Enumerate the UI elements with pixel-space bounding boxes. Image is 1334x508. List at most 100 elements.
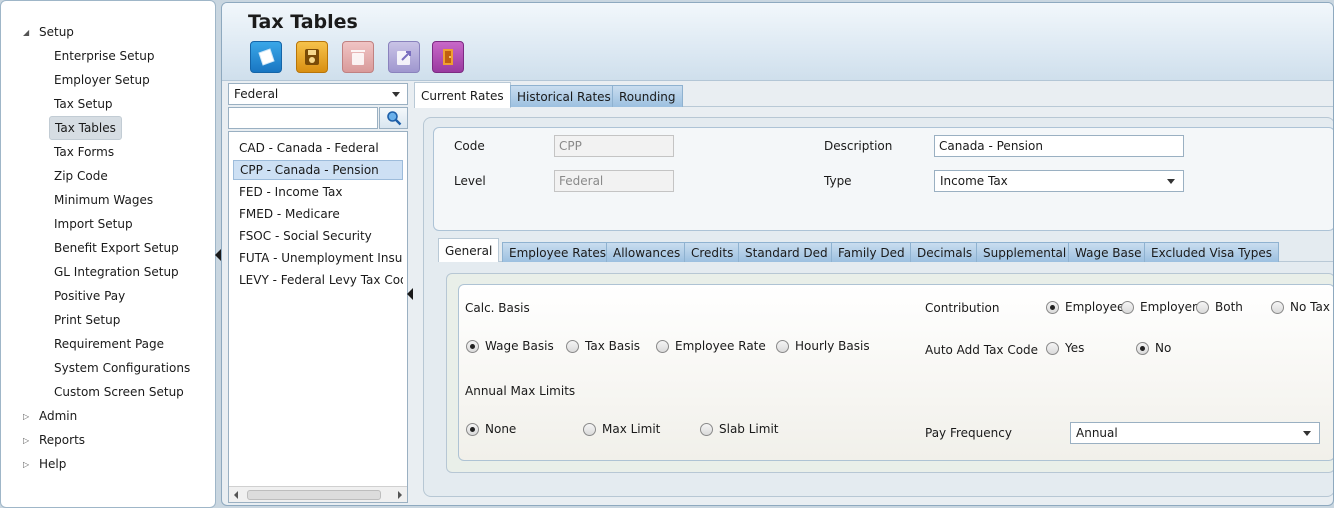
radio-label: Employee Rate	[675, 339, 766, 353]
expand-arrow-icon[interactable]: ▷	[23, 436, 33, 445]
tree-node-label: Setup	[39, 25, 74, 39]
tree-node-setup[interactable]: ◢ Setup	[23, 22, 74, 42]
export-button[interactable]	[388, 41, 420, 73]
subtab-decimals[interactable]: Decimals	[910, 242, 980, 262]
contribution-label: Contribution	[925, 301, 1000, 315]
subtab-supplemental[interactable]: Supplemental	[976, 242, 1074, 262]
scroll-right-arrow-icon[interactable]	[398, 491, 402, 499]
description-label: Description	[824, 139, 893, 153]
radio-no-tax[interactable]: No Tax	[1271, 300, 1330, 314]
nav-item-requirement-page[interactable]: Requirement Page	[49, 332, 169, 356]
list-item-cad[interactable]: CAD - Canada - Federal	[233, 138, 403, 158]
search-button[interactable]	[379, 107, 408, 129]
expand-arrow-icon[interactable]: ▷	[23, 460, 33, 469]
collapse-list-arrow-icon[interactable]	[407, 288, 413, 300]
tab-current-rates[interactable]: Current Rates	[414, 82, 511, 108]
nav-item-enterprise-setup[interactable]: Enterprise Setup	[49, 44, 159, 68]
tree-node-reports[interactable]: ▷ Reports	[23, 430, 85, 450]
subtab-excluded-visa-types[interactable]: Excluded Visa Types	[1144, 242, 1279, 262]
radio-auto-add-yes[interactable]: Yes	[1046, 341, 1084, 355]
list-item-fed[interactable]: FED - Income Tax	[233, 182, 403, 202]
auto-add-tax-code-label: Auto Add Tax Code	[925, 343, 1039, 357]
save-button[interactable]	[296, 41, 328, 73]
tree-node-label: Admin	[39, 409, 78, 423]
level-label: Level	[454, 174, 486, 188]
nav-item-employer-setup[interactable]: Employer Setup	[49, 68, 155, 92]
tax-code-list: CAD - Canada - Federal CPP - Canada - Pe…	[228, 131, 408, 503]
radio-label: Tax Basis	[585, 339, 641, 353]
scrollbar-thumb[interactable]	[247, 490, 381, 500]
subtab-allowances[interactable]: Allowances	[606, 242, 688, 262]
list-item-futa[interactable]: FUTA - Unemployment Insura	[233, 248, 403, 268]
radio-label: No	[1155, 341, 1172, 355]
radio-tax-basis[interactable]: Tax Basis	[566, 339, 640, 353]
calc-basis-label: Calc. Basis	[465, 301, 530, 315]
nav-item-benefit-export-setup[interactable]: Benefit Export Setup	[49, 236, 184, 260]
radio-none[interactable]: None	[466, 422, 516, 436]
exit-button[interactable]	[432, 41, 464, 73]
type-value: Income Tax	[940, 174, 1008, 188]
subtab-family-ded[interactable]: Family Ded	[831, 242, 912, 262]
tab-rounding[interactable]: Rounding	[612, 85, 683, 107]
radio-label: Both	[1215, 300, 1243, 314]
radio-max-limit[interactable]: Max Limit	[583, 422, 660, 436]
description-field[interactable]	[934, 135, 1184, 157]
nav-item-system-configurations[interactable]: System Configurations	[49, 356, 195, 380]
horizontal-scrollbar[interactable]	[229, 486, 407, 502]
exit-icon	[443, 49, 453, 65]
subtab-wage-base[interactable]: Wage Base	[1068, 242, 1149, 262]
subtab-employee-rates[interactable]: Employee Rates	[502, 242, 614, 262]
radio-wage-basis[interactable]: Wage Basis	[466, 339, 554, 353]
level-field[interactable]	[554, 170, 674, 192]
new-button[interactable]	[250, 41, 282, 73]
nav-item-minimum-wages[interactable]: Minimum Wages	[49, 188, 158, 212]
pay-frequency-select[interactable]: Annual	[1070, 422, 1320, 444]
pay-frequency-value: Annual	[1076, 426, 1118, 440]
nav-item-gl-integration-setup[interactable]: GL Integration Setup	[49, 260, 184, 284]
tree-node-admin[interactable]: ▷ Admin	[23, 406, 77, 426]
radio-indicator	[776, 339, 789, 353]
radio-indicator	[583, 422, 596, 436]
nav-item-tax-forms[interactable]: Tax Forms	[49, 140, 119, 164]
radio-auto-add-no[interactable]: No	[1136, 341, 1171, 355]
list-item-levy[interactable]: LEVY - Federal Levy Tax Code	[233, 270, 403, 290]
radio-employer[interactable]: Employer	[1121, 300, 1197, 314]
list-item-fsoc[interactable]: FSOC - Social Security	[233, 226, 403, 246]
list-item-cpp[interactable]: CPP - Canada - Pension	[233, 160, 403, 180]
type-label: Type	[824, 174, 852, 188]
pay-frequency-label: Pay Frequency	[925, 426, 1012, 440]
delete-button[interactable]	[342, 41, 374, 73]
subtab-standard-ded[interactable]: Standard Ded	[738, 242, 835, 262]
list-item-fmed[interactable]: FMED - Medicare	[233, 204, 403, 224]
nav-item-tax-setup[interactable]: Tax Setup	[49, 92, 118, 116]
search-input[interactable]	[228, 107, 378, 129]
radio-employee[interactable]: Employee	[1046, 300, 1124, 314]
radio-employee-rate[interactable]: Employee Rate	[656, 339, 766, 353]
nav-item-import-setup[interactable]: Import Setup	[49, 212, 138, 236]
expand-arrow-icon[interactable]: ▷	[23, 412, 33, 421]
radio-label: No Tax	[1290, 300, 1330, 314]
collapse-arrow-icon[interactable]: ◢	[23, 28, 33, 37]
radio-slab-limit[interactable]: Slab Limit	[700, 422, 778, 436]
scroll-left-arrow-icon[interactable]	[234, 491, 238, 499]
nav-item-custom-screen-setup[interactable]: Custom Screen Setup	[49, 380, 189, 404]
level-filter-select[interactable]: Federal	[228, 83, 408, 105]
radio-hourly-basis[interactable]: Hourly Basis	[776, 339, 870, 353]
radio-indicator	[700, 422, 713, 436]
subtab-general[interactable]: General	[438, 238, 500, 262]
radio-both[interactable]: Both	[1196, 300, 1243, 314]
type-select[interactable]: Income Tax	[934, 170, 1184, 192]
nav-item-zip-code[interactable]: Zip Code	[49, 164, 113, 188]
nav-item-tax-tables[interactable]: Tax Tables	[49, 116, 122, 140]
nav-item-print-setup[interactable]: Print Setup	[49, 308, 125, 332]
annual-max-limits-label: Annual Max Limits	[465, 384, 576, 398]
dropdown-arrow-icon	[1167, 179, 1175, 184]
nav-item-positive-pay[interactable]: Positive Pay	[49, 284, 130, 308]
radio-label: Max Limit	[602, 422, 661, 436]
tab-historical-rates[interactable]: Historical Rates	[510, 85, 618, 107]
radio-label: None	[485, 422, 517, 436]
radio-indicator	[566, 339, 579, 353]
code-field[interactable]	[554, 135, 674, 157]
subtab-credits[interactable]: Credits	[684, 242, 741, 262]
tree-node-help[interactable]: ▷ Help	[23, 454, 66, 474]
